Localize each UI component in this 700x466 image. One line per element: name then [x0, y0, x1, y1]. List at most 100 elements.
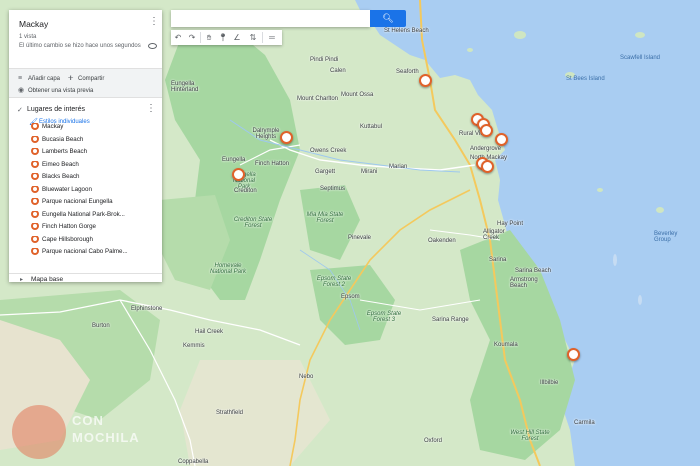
place-label: Mia Mia State Forest — [306, 212, 344, 224]
search-button[interactable]: 🔍︎ — [370, 10, 406, 27]
marker-icon — [31, 198, 39, 205]
island — [613, 254, 617, 266]
list-item[interactable]: Finch Hatton Gorge — [31, 223, 159, 235]
list-item[interactable]: Parque nacional Eungella — [31, 198, 159, 210]
island — [597, 188, 603, 192]
place-label: Pindi Pindi — [310, 57, 339, 63]
place-label: Hay Point — [497, 221, 524, 227]
place-label: Oxford — [424, 438, 443, 444]
list-item[interactable]: Eimeo Beach — [31, 160, 159, 173]
place-label: West Hill State Forest — [510, 430, 550, 442]
place-label: Finch Hatton — [255, 161, 290, 167]
add-person-icon: ➕︎ — [68, 75, 74, 82]
place-label: Epsom State Forest 2 — [316, 276, 352, 288]
list-item[interactable]: Bluewater Lagoon — [31, 185, 159, 198]
list-item[interactable]: Cape Hillsborough — [31, 235, 159, 248]
list-item[interactable]: Blacks Beach — [31, 173, 159, 185]
list-item[interactable]: Parque nacional Cabo Palme... — [31, 248, 159, 260]
place-label: Hail Creek — [195, 329, 224, 335]
eye-icon: ◉ — [18, 87, 25, 94]
place-label: Nebo — [299, 374, 314, 380]
place-label: Andergrove — [470, 146, 502, 152]
marker-icon — [31, 160, 39, 168]
preview-button[interactable]: ◉ Obtener una vista previa — [18, 86, 93, 94]
base-map-toggle[interactable]: Mapa base — [31, 276, 63, 283]
marker-icon — [31, 135, 39, 143]
list-item[interactable]: Eungella National Park-Brok... — [31, 210, 159, 223]
marker-icon — [31, 148, 39, 155]
place-label: Eungella Hinterland — [171, 81, 199, 93]
ruler-icon[interactable]: ═ — [265, 30, 279, 45]
place-label: Eungella — [222, 157, 246, 163]
share-button[interactable]: ➕︎ Compartir — [68, 75, 104, 83]
island — [656, 207, 664, 213]
place-label: Seaforth — [396, 69, 419, 75]
place-label: Beverley Group — [654, 231, 678, 243]
marker-icon — [31, 248, 39, 255]
place-label: Oakenden — [428, 238, 456, 244]
map-marker[interactable] — [481, 160, 494, 173]
place-label: Carmila — [574, 420, 595, 426]
place-label: Dalrymple Heights — [252, 128, 280, 140]
place-label: Marian — [389, 164, 408, 170]
add-layer-button[interactable]: ≡ Añadir capa — [18, 75, 60, 82]
divider — [9, 273, 162, 274]
layers-icon: ≡ — [18, 75, 23, 82]
directions-icon[interactable]: ⇅ — [246, 30, 260, 45]
expand-icon[interactable]: ▸ — [20, 276, 23, 283]
map-marker[interactable] — [495, 133, 508, 146]
list-item[interactable]: Bucasia Beach — [31, 135, 159, 148]
marker-icon — [31, 235, 39, 243]
last-change: El último cambio se hizo hace unos segun… — [19, 43, 141, 49]
search-icon: 🔍︎ — [382, 13, 394, 23]
place-label: Septimus — [320, 186, 346, 192]
map-marker[interactable] — [280, 131, 293, 144]
place-label: Mount Ossa — [341, 92, 374, 98]
island — [638, 295, 642, 305]
marker-icon — [31, 185, 39, 193]
map-toolbar: ↶ ↷ ✋︎ 📍︎ ∠ ⇅ ═ — [171, 30, 282, 45]
layer-options-icon[interactable]: ⋮ — [146, 104, 156, 114]
list-item[interactable]: Lamberts Beach — [31, 148, 159, 160]
place-label: Burton — [92, 323, 110, 329]
place-label: Alligator Creek — [483, 229, 505, 241]
island — [514, 31, 526, 39]
map-marker[interactable] — [419, 74, 432, 87]
redo-icon[interactable]: ↷ — [185, 30, 199, 45]
hand-icon[interactable]: ✋︎ — [202, 30, 216, 45]
marker-icon[interactable]: 📍︎ — [216, 30, 230, 45]
place-label: Sarina Beach — [515, 268, 552, 274]
search-input[interactable] — [171, 10, 370, 27]
place-label: Calen — [330, 68, 346, 74]
panel-actions: ≡ Añadir capa ➕︎ Compartir ◉ Obtener una vi… — [9, 68, 162, 98]
place-label: St Helens Beach — [384, 28, 429, 34]
island — [467, 48, 473, 52]
map-title[interactable]: Mackay — [19, 19, 48, 29]
eye-icon[interactable] — [148, 43, 157, 49]
undo-icon[interactable]: ↶ — [171, 30, 185, 45]
place-label: Gargett — [315, 169, 336, 175]
marker-icon — [31, 210, 39, 218]
map-marker[interactable] — [567, 348, 580, 361]
place-label: Illbilbie — [540, 380, 559, 386]
place-label: Koumala — [494, 342, 518, 348]
place-label: Strathfield — [216, 410, 244, 416]
place-label: Homevale National Park — [209, 263, 247, 275]
more-options-icon[interactable]: ⋮ — [149, 17, 159, 27]
marker-icon — [31, 223, 39, 230]
watermark-text: CON MOCHILA — [72, 413, 140, 445]
place-label: Elphinstone — [131, 306, 163, 312]
layer-title[interactable]: Lugares de interés — [27, 106, 85, 113]
list-item[interactable]: Mackay — [31, 123, 159, 135]
draw-line-icon[interactable]: ∠ — [230, 30, 244, 45]
place-label: Armstrong Beach — [510, 277, 538, 289]
place-label: Mirani — [361, 169, 378, 175]
map-marker[interactable] — [232, 168, 245, 181]
island — [635, 32, 645, 38]
place-label: Crediton — [234, 188, 257, 194]
place-label: Pinevale — [348, 235, 372, 241]
map-marker[interactable] — [480, 124, 493, 137]
layer-checkbox[interactable]: ✓ — [17, 106, 23, 114]
place-label: Crediton State Forest — [233, 217, 273, 229]
place-label: St Bees Island — [566, 76, 605, 82]
